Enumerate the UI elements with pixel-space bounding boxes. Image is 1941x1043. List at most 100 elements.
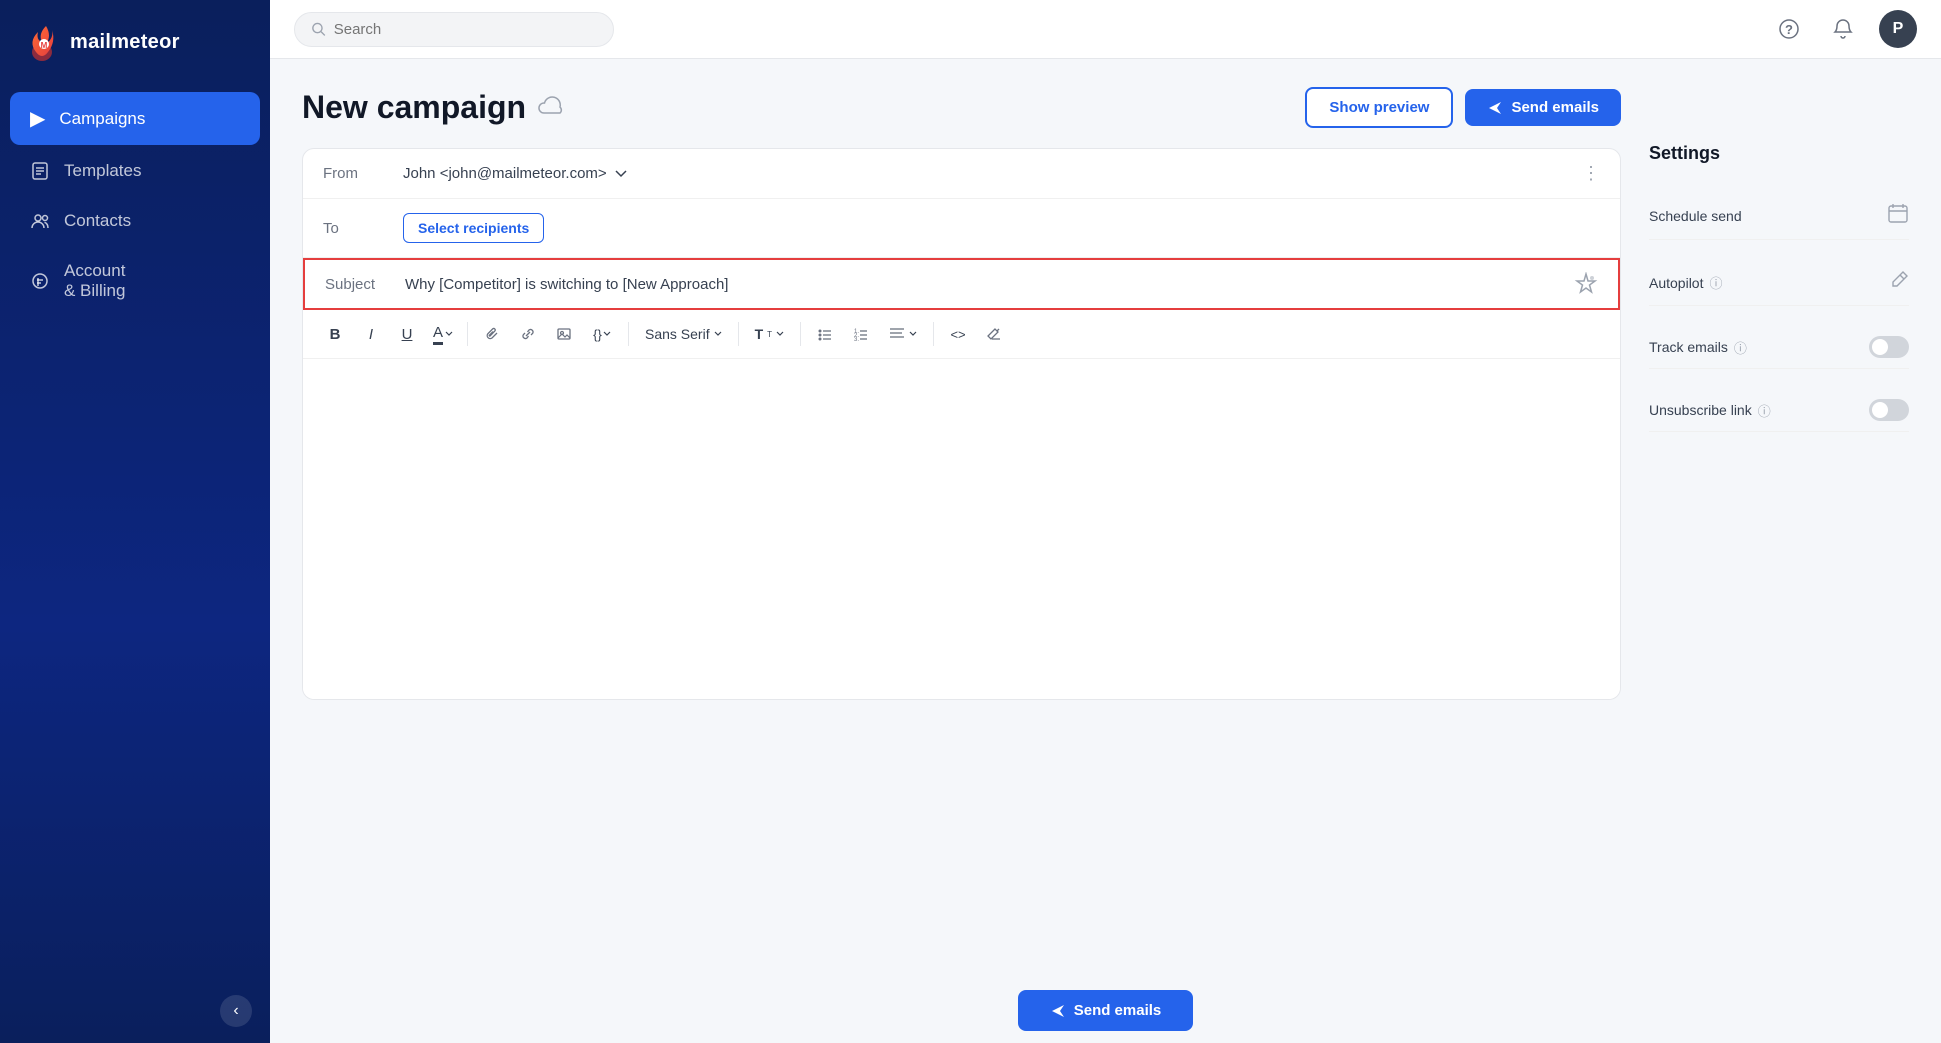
settings-title: Settings bbox=[1649, 143, 1909, 164]
bullet-list-button[interactable] bbox=[809, 318, 841, 350]
to-value-container: Select recipients bbox=[403, 213, 1600, 243]
topbar-right: ? P bbox=[1771, 10, 1917, 48]
bottom-send-button[interactable]: Send emails bbox=[1018, 990, 1194, 1031]
sidebar-item-label-campaigns: Campaigns bbox=[59, 109, 145, 129]
select-recipients-button[interactable]: Select recipients bbox=[403, 213, 544, 243]
font-family-button[interactable]: Sans Serif bbox=[637, 322, 730, 346]
main-area: ? P New campaign bbox=[270, 0, 1941, 1043]
svg-text:?: ? bbox=[1785, 22, 1793, 37]
subject-row: Subject bbox=[303, 258, 1620, 310]
number-list-button[interactable]: 1.2.3. bbox=[845, 318, 877, 350]
code-button[interactable]: <> bbox=[942, 318, 974, 350]
sidebar-bottom: ‹ bbox=[0, 979, 270, 1043]
editor-area: New campaign Show preview Send emails bbox=[302, 87, 1621, 950]
campaigns-icon: ▶ bbox=[30, 106, 45, 131]
setting-row-schedule: Schedule send bbox=[1649, 192, 1909, 240]
autopilot-icon[interactable] bbox=[1889, 270, 1909, 295]
sidebar-item-label-contacts: Contacts bbox=[64, 211, 131, 231]
svg-text:M: M bbox=[41, 41, 48, 50]
image-button[interactable] bbox=[548, 318, 580, 350]
font-size-button[interactable]: TT bbox=[747, 322, 792, 346]
sidebar-logo: M mailmeteor bbox=[0, 0, 270, 90]
avatar[interactable]: P bbox=[1879, 10, 1917, 48]
autopilot-info: ⓘ bbox=[1709, 273, 1722, 292]
header-actions: Show preview Send emails bbox=[1305, 87, 1621, 128]
help-icon: ? bbox=[1778, 18, 1800, 40]
link-button[interactable] bbox=[512, 318, 544, 350]
from-row: From John <john@mailmeteor.com> ⋮ bbox=[303, 149, 1620, 199]
logo-icon: M bbox=[24, 22, 60, 62]
text-color-button[interactable]: A bbox=[427, 318, 459, 350]
setting-row-track: Track emails ⓘ bbox=[1649, 326, 1909, 369]
more-options-icon[interactable]: ⋮ bbox=[1582, 163, 1600, 184]
from-value-container: John <john@mailmeteor.com> bbox=[403, 165, 1566, 182]
unsubscribe-info: ⓘ bbox=[1758, 401, 1771, 420]
topbar: ? P bbox=[270, 0, 1941, 59]
collapse-button[interactable]: ‹ bbox=[220, 995, 252, 1027]
from-label: From bbox=[323, 165, 387, 182]
toolbar-sep-1 bbox=[467, 322, 468, 346]
sidebar-item-label-billing: Account& Billing bbox=[64, 261, 125, 301]
subject-input[interactable] bbox=[405, 276, 1558, 293]
sidebar-nav: ▶ Campaigns Templates bbox=[0, 90, 270, 317]
page-title-row: New campaign bbox=[302, 89, 566, 126]
schedule-label: Schedule send bbox=[1649, 208, 1742, 224]
sidebar-item-templates[interactable]: Templates bbox=[10, 147, 260, 195]
to-row: To Select recipients bbox=[303, 199, 1620, 258]
send-emails-button[interactable]: Send emails bbox=[1465, 89, 1621, 126]
toolbar-sep-5 bbox=[933, 322, 934, 346]
bell-icon bbox=[1833, 18, 1853, 40]
formatting-toolbar: B I U A bbox=[303, 310, 1620, 359]
billing-icon bbox=[30, 271, 50, 291]
italic-button[interactable]: I bbox=[355, 318, 387, 350]
track-info: ⓘ bbox=[1734, 338, 1747, 357]
variable-button[interactable]: {} bbox=[584, 318, 620, 350]
search-box[interactable] bbox=[294, 12, 614, 47]
sidebar-item-campaigns[interactable]: ▶ Campaigns bbox=[10, 92, 260, 145]
templates-icon bbox=[30, 161, 50, 181]
autopilot-label: Autopilot ⓘ bbox=[1649, 273, 1723, 292]
sidebar-item-contacts[interactable]: Contacts bbox=[10, 197, 260, 245]
attach-button[interactable] bbox=[476, 318, 508, 350]
ai-button[interactable] bbox=[1574, 272, 1598, 296]
search-input[interactable] bbox=[334, 21, 597, 38]
setting-row-unsubscribe: Unsubscribe link ⓘ bbox=[1649, 389, 1909, 432]
sidebar: M mailmeteor ▶ Campaigns Templates bbox=[0, 0, 270, 1043]
help-button[interactable]: ? bbox=[1771, 11, 1807, 47]
sidebar-item-billing[interactable]: Account& Billing bbox=[10, 247, 260, 315]
underline-button[interactable]: U bbox=[391, 318, 423, 350]
bold-button[interactable]: B bbox=[319, 318, 351, 350]
track-label: Track emails ⓘ bbox=[1649, 338, 1747, 357]
email-composer: From John <john@mailmeteor.com> ⋮ To Sel… bbox=[302, 148, 1621, 700]
track-toggle[interactable] bbox=[1869, 336, 1909, 358]
toolbar-sep-3 bbox=[738, 322, 739, 346]
schedule-icon[interactable] bbox=[1887, 202, 1909, 229]
page-title: New campaign bbox=[302, 89, 526, 126]
from-value: John <john@mailmeteor.com> bbox=[403, 165, 607, 182]
toolbar-sep-4 bbox=[800, 322, 801, 346]
search-icon bbox=[311, 21, 326, 37]
setting-row-autopilot: Autopilot ⓘ bbox=[1649, 260, 1909, 306]
unsubscribe-label: Unsubscribe link ⓘ bbox=[1649, 401, 1771, 420]
send-icon bbox=[1487, 100, 1503, 116]
unsubscribe-toggle[interactable] bbox=[1869, 399, 1909, 421]
bottom-send-icon bbox=[1050, 1003, 1066, 1019]
clear-format-button[interactable] bbox=[978, 318, 1010, 350]
notification-button[interactable] bbox=[1825, 11, 1861, 47]
app-name: mailmeteor bbox=[70, 31, 180, 54]
align-button[interactable] bbox=[881, 323, 925, 345]
toolbar-sep-2 bbox=[628, 322, 629, 346]
dropdown-icon bbox=[615, 170, 627, 178]
settings-panel: Settings Schedule send Autopilot ⓘ bbox=[1649, 87, 1909, 950]
collapse-icon: ‹ bbox=[233, 1002, 238, 1020]
contacts-icon bbox=[30, 211, 50, 231]
svg-text:3.: 3. bbox=[854, 337, 859, 342]
content: New campaign Show preview Send emails bbox=[270, 59, 1941, 978]
to-label: To bbox=[323, 220, 387, 237]
cloud-icon bbox=[538, 94, 566, 122]
editor-header: New campaign Show preview Send emails bbox=[302, 87, 1621, 128]
email-body[interactable] bbox=[303, 359, 1620, 699]
bottom-bar: Send emails bbox=[270, 978, 1941, 1043]
show-preview-button[interactable]: Show preview bbox=[1305, 87, 1453, 128]
sidebar-item-label-templates: Templates bbox=[64, 161, 141, 181]
